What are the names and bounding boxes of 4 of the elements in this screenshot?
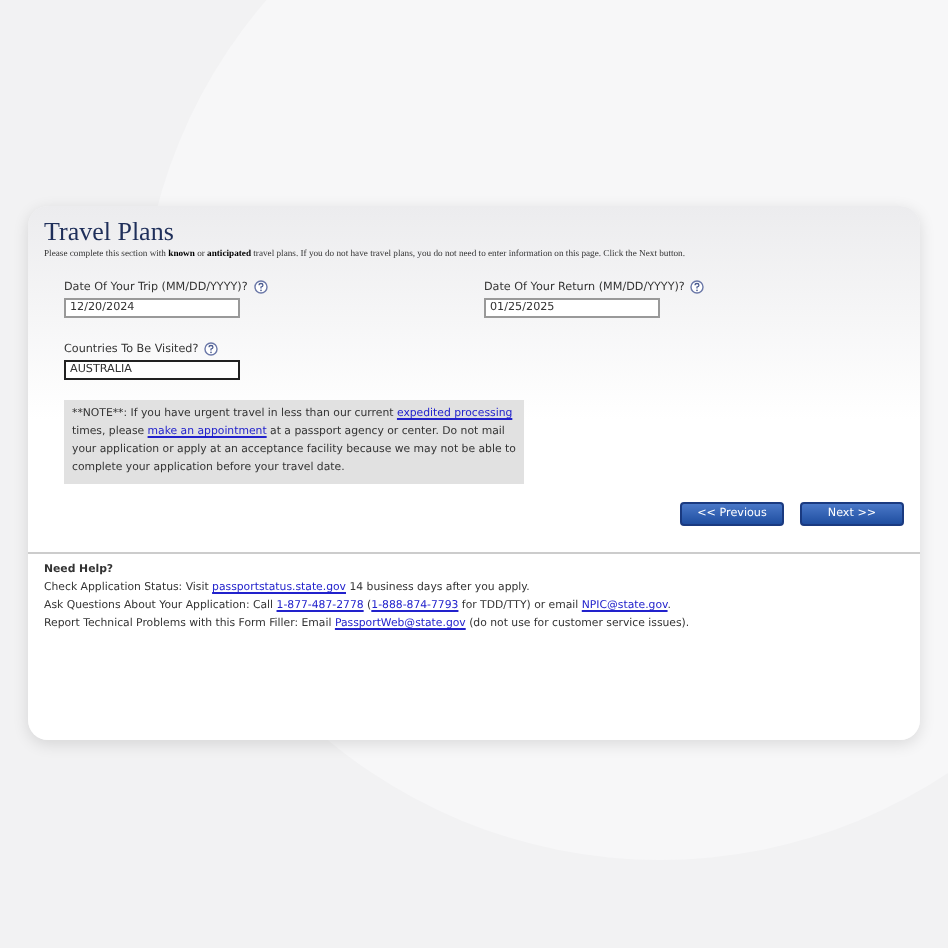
help-icon[interactable] xyxy=(253,280,268,294)
page-title: Travel Plans xyxy=(44,218,176,246)
help-icon[interactable] xyxy=(690,280,705,294)
help-icon[interactable] xyxy=(204,342,219,356)
